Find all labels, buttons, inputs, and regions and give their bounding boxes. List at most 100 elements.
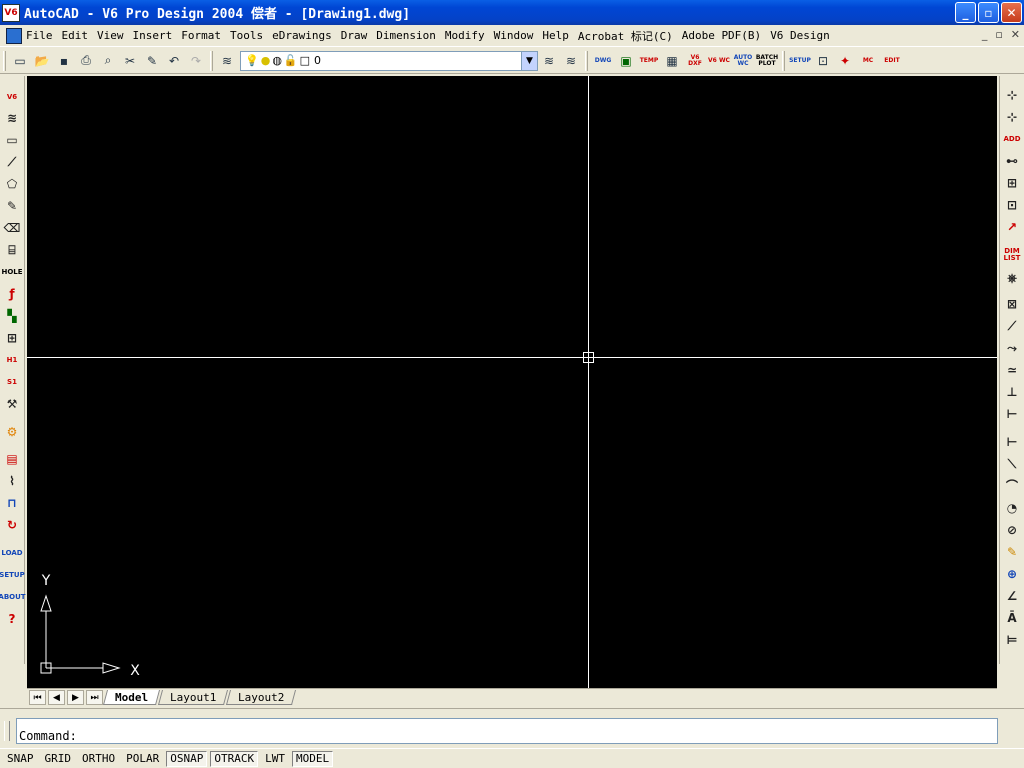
ortho-toggle[interactable]: ORTHO: [78, 751, 119, 767]
v6-dxf-button[interactable]: V6 DXF: [684, 51, 706, 71]
toolbar-grip[interactable]: [3, 50, 6, 71]
dim-edit-icon[interactable]: ⊷: [1003, 152, 1021, 170]
line-icon[interactable]: ⟋: [3, 153, 21, 171]
otrack-toggle[interactable]: OTRACK: [210, 750, 259, 767]
layer-manager-icon[interactable]: ≋: [217, 51, 237, 71]
layer-dropdown[interactable]: 💡 ● ◍ 🔓 □ 0 ▼: [240, 50, 538, 71]
doc-restore-button[interactable]: ▫: [995, 28, 1002, 41]
baseline-dim-icon[interactable]: ⊥: [1003, 383, 1021, 401]
mc-button[interactable]: MC: [857, 51, 879, 71]
radius-dim-icon[interactable]: ◔: [1003, 499, 1021, 517]
chevron-down-icon[interactable]: ▼: [521, 51, 537, 70]
dim-list-button[interactable]: DIM LIST: [1003, 246, 1021, 264]
toolbar-grip[interactable]: [782, 50, 785, 71]
ejector-icon[interactable]: ⊓: [3, 494, 21, 512]
tab-layout1[interactable]: Layout1: [158, 690, 229, 705]
gear-wheel-icon[interactable]: ⚙: [3, 423, 21, 441]
make-layer-current-icon[interactable]: ≋: [539, 51, 559, 71]
menu-view[interactable]: View: [97, 29, 124, 42]
setup-button[interactable]: SETUP: [789, 51, 811, 71]
continue-dim-icon[interactable]: ⊢: [1003, 405, 1021, 423]
hammer-icon[interactable]: ⚒: [3, 395, 21, 413]
add-dim-button[interactable]: ADD: [1003, 130, 1021, 148]
v6-wc-button[interactable]: V6 WC: [708, 51, 730, 71]
linear-dim-icon[interactable]: ⊢: [1003, 433, 1021, 451]
setup-side-button[interactable]: SETUP: [0, 566, 25, 584]
color-blocks-icon[interactable]: ▚: [3, 307, 21, 325]
menu-edrawings[interactable]: eDrawings: [272, 29, 332, 42]
menu-tools[interactable]: Tools: [230, 29, 263, 42]
table-icon[interactable]: ▦: [662, 51, 682, 71]
menu-draw[interactable]: Draw: [341, 29, 368, 42]
layers-icon[interactable]: ≋: [3, 109, 21, 127]
edit-button[interactable]: EDIT: [881, 51, 903, 71]
tolerance-icon[interactable]: ⊠: [1003, 295, 1021, 313]
dim-break-icon[interactable]: ⟋: [1003, 317, 1021, 335]
print-setup-icon[interactable]: ⊡: [813, 51, 833, 71]
angular-dim-icon[interactable]: ∠: [1003, 587, 1021, 605]
diameter-dim-icon[interactable]: ⊘: [1003, 521, 1021, 539]
restore-button[interactable]: ▫: [978, 2, 999, 23]
dim-text-edit-icon[interactable]: Ā: [1003, 609, 1021, 627]
menu-window[interactable]: Window: [494, 29, 534, 42]
eraser-icon[interactable]: ⌫: [3, 219, 21, 237]
load-button[interactable]: LOAD: [1, 544, 22, 562]
aligned-dim-icon[interactable]: ⟍: [1003, 455, 1021, 473]
menu-modify[interactable]: Modify: [445, 29, 485, 42]
doc-minimize-button[interactable]: _: [982, 28, 988, 41]
menu-file[interactable]: File: [26, 29, 53, 42]
minimize-button[interactable]: _: [955, 2, 976, 23]
undo-icon[interactable]: ↶: [164, 51, 184, 71]
menu-dimension[interactable]: Dimension: [376, 29, 436, 42]
lightbulb-icon[interactable]: 💡: [245, 54, 259, 67]
redo-icon[interactable]: ↷: [186, 51, 206, 71]
cavity-icon[interactable]: ▤: [3, 450, 21, 468]
dim-space-icon[interactable]: ≃: [1003, 361, 1021, 379]
freeze-vp-icon[interactable]: ◍: [272, 54, 282, 67]
auto-wc-button[interactable]: AUTO WC: [732, 51, 754, 71]
open-file-icon[interactable]: 📂: [32, 51, 52, 71]
rectangle-icon[interactable]: ▭: [3, 131, 21, 149]
print-icon[interactable]: ⎙: [76, 51, 96, 71]
s1-button[interactable]: S1: [3, 373, 21, 391]
toolbar-grip[interactable]: [585, 50, 588, 71]
toolbar-grip[interactable]: [210, 50, 213, 71]
dim-style-icon[interactable]: ⎈: [1003, 269, 1021, 287]
v6-logo-icon[interactable]: V6: [3, 88, 21, 106]
function-icon[interactable]: ƒ: [3, 285, 21, 303]
command-grip[interactable]: [4, 721, 10, 741]
menu-acrobat[interactable]: Acrobat 标记(C): [578, 28, 673, 44]
model-toggle[interactable]: MODEL: [292, 750, 334, 767]
cut-icon[interactable]: ✂: [120, 51, 140, 71]
help-icon[interactable]: ?: [3, 610, 21, 628]
print-preview-icon[interactable]: ⌕: [98, 51, 118, 71]
tab-layout2[interactable]: Layout2: [226, 690, 297, 705]
last-tab-icon[interactable]: ⏭: [86, 690, 103, 705]
prev-tab-icon[interactable]: ◀: [48, 690, 65, 705]
tab-model[interactable]: Model: [102, 690, 161, 705]
temp-button[interactable]: TEMP: [638, 51, 660, 71]
new-file-icon[interactable]: ▭: [10, 51, 30, 71]
menu-edit[interactable]: Edit: [62, 29, 89, 42]
dim-update-icon[interactable]: ⊨: [1003, 631, 1021, 649]
hole-button[interactable]: HOLE: [1, 263, 22, 281]
menu-insert[interactable]: Insert: [133, 29, 173, 42]
dwg-button[interactable]: DWG: [592, 51, 614, 71]
rotate-icon[interactable]: ↻: [3, 516, 21, 534]
command-line[interactable]: Command:: [16, 718, 998, 744]
lwt-toggle[interactable]: LWT: [261, 751, 289, 767]
drawing-canvas[interactable]: Y X: [27, 76, 997, 688]
document-icon[interactable]: [6, 27, 22, 44]
snap-toggle[interactable]: SNAP: [3, 751, 38, 767]
osnap-toggle[interactable]: OSNAP: [166, 750, 208, 767]
menu-adobe-pdf[interactable]: Adobe PDF(B): [682, 29, 761, 42]
close-button[interactable]: ✕: [1001, 2, 1022, 23]
mold-base-icon[interactable]: ⌸: [3, 241, 21, 259]
dim-move-icon[interactable]: ⊡: [1003, 196, 1021, 214]
spring-icon[interactable]: ⌇: [3, 472, 21, 490]
grid-toggle[interactable]: GRID: [41, 751, 76, 767]
about-button[interactable]: ABOUT: [0, 588, 26, 606]
app-logo-icon[interactable]: V6: [2, 3, 20, 22]
menu-v6-design[interactable]: V6 Design: [770, 29, 830, 42]
save-icon[interactable]: ▪: [54, 51, 74, 71]
